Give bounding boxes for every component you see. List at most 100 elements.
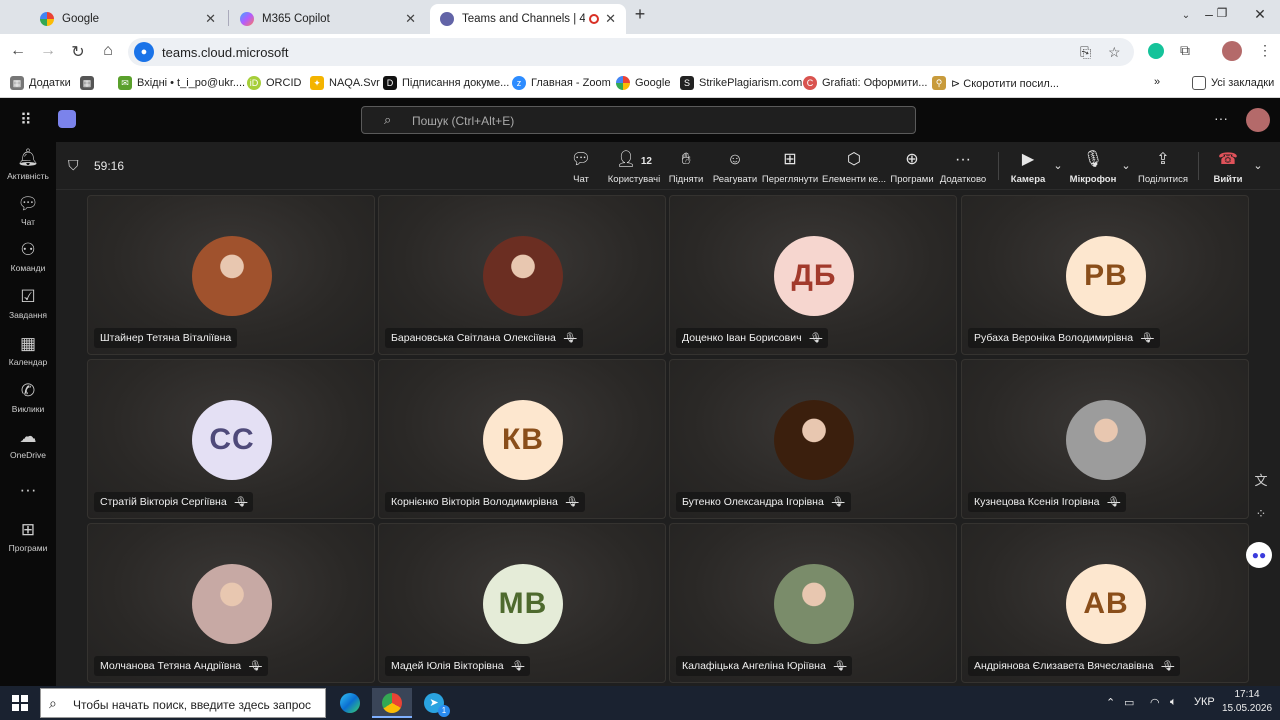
- app-launcher-icon[interactable]: ⠿: [20, 110, 32, 130]
- close-icon[interactable]: ✕: [405, 11, 416, 27]
- close-icon[interactable]: ✕: [605, 11, 616, 27]
- new-tab-button[interactable]: +: [628, 4, 652, 25]
- bookmark-grafiati[interactable]: C Grafiati: Оформити...: [803, 76, 927, 90]
- wifi-icon[interactable]: ◠: [1150, 696, 1160, 709]
- battery-icon[interactable]: ▭: [1124, 696, 1134, 709]
- rail-item-tasks[interactable]: ☑ Завдання: [0, 287, 56, 320]
- view-button[interactable]: ⊞ Переглянути: [760, 150, 820, 185]
- more-bookmarks-icon[interactable]: »: [1154, 76, 1160, 88]
- participant-tile[interactable]: АВ Андріянова Єлизавета Вячеславівна 🎙︎: [961, 523, 1249, 683]
- telegram-app[interactable]: ➤ 1: [414, 688, 454, 718]
- profile-avatar[interactable]: [1222, 41, 1242, 61]
- camera-button[interactable]: ▶︎ Камера: [1008, 150, 1048, 185]
- share-button[interactable]: ⇪ Поділитися: [1136, 150, 1190, 185]
- apps-icon[interactable]: ⁘: [1246, 506, 1276, 530]
- reload-icon[interactable]: ↻: [68, 42, 88, 62]
- back-icon[interactable]: ←: [8, 42, 28, 60]
- chat-button[interactable]: 💬︎ Чат: [566, 150, 596, 185]
- tab-teams[interactable]: Teams and Channels | 4 ПО ✕: [430, 4, 626, 34]
- people-button[interactable]: 👤︎ 12 Користувачі: [606, 150, 662, 185]
- react-button[interactable]: ☺ Реагувати: [710, 150, 760, 185]
- participant-tile[interactable]: МВ Мадей Юлія Вікторівна 🎙︎: [378, 523, 666, 683]
- raise-hand-button[interactable]: ✋︎ Підняти: [666, 150, 706, 185]
- mic-icon[interactable]: ●: [134, 42, 154, 62]
- menu-icon[interactable]: ⋮: [1258, 42, 1272, 59]
- extensions-icon[interactable]: ⧉: [1180, 42, 1190, 59]
- zoom-icon: z: [512, 76, 526, 90]
- leave-options-chevron-icon[interactable]: ⌄: [1250, 156, 1266, 176]
- bookmark-sign-docs[interactable]: D Підписання докуме...: [383, 76, 509, 90]
- rail-item-calls[interactable]: ✆ Виклики: [0, 381, 56, 414]
- camera-options-chevron-icon[interactable]: ⌄: [1050, 156, 1066, 176]
- participant-nameplate: Стратій Вікторія Сергіївна 🎙︎: [94, 492, 254, 512]
- mic-button[interactable]: 🎙︎ Мікрофон: [1068, 150, 1118, 185]
- search-input[interactable]: ⌕ Пошук (Ctrl+Alt+E): [361, 106, 916, 134]
- bookmark-all[interactable]: Усі закладки: [1192, 76, 1274, 90]
- leave-button[interactable]: ☎ Вийти: [1208, 150, 1248, 185]
- elements-button[interactable]: ⬡ Елементи ке...: [822, 150, 886, 185]
- chrome-icon: [382, 693, 402, 713]
- participant-tile[interactable]: КВ Корнієнко Вікторія Володимирівна 🎙︎: [378, 359, 666, 519]
- chevron-up-icon[interactable]: ⌃: [1106, 696, 1115, 709]
- close-icon[interactable]: ✕: [205, 11, 216, 27]
- rail-item-apps[interactable]: ⊞ Програми: [0, 520, 56, 553]
- forward-icon[interactable]: →: [38, 42, 58, 60]
- rail-item-activity[interactable]: 🔔︎ Активність: [0, 148, 56, 181]
- bookmark-apps[interactable]: ▦ Додатки: [10, 76, 71, 90]
- windows-start-icon[interactable]: [12, 695, 28, 711]
- mic-options-chevron-icon[interactable]: ⌄: [1118, 156, 1134, 176]
- bookmark-zoom[interactable]: z Главная - Zoom: [512, 76, 611, 90]
- bookmark-naqa[interactable]: ✦ NAQA.Svr: [310, 76, 380, 90]
- keyboard-language[interactable]: УКР: [1194, 696, 1215, 708]
- grammarly-icon[interactable]: [1148, 43, 1164, 59]
- strike-icon: S: [680, 76, 694, 90]
- bookmark-orcid[interactable]: iD ORCID: [247, 76, 301, 90]
- participant-tile[interactable]: Штайнер Тетяна Віталіївна: [87, 195, 375, 355]
- teams-header: ⠿ ⌕ Пошук (Ctrl+Alt+E) ···: [0, 98, 1280, 142]
- translate-icon[interactable]: 文: [1246, 470, 1276, 494]
- bell-icon: 🔔︎: [17, 148, 39, 167]
- participant-tile[interactable]: Калафіцька Ангеліна Юріївна 🎙︎: [669, 523, 957, 683]
- bookmark-strikeplagiarism[interactable]: S StrikePlagiarism.com: [680, 76, 802, 90]
- button-label: Користувачі: [607, 174, 661, 185]
- rail-more[interactable]: ···: [0, 480, 56, 500]
- rail-item-chat[interactable]: 💬︎ Чат: [0, 194, 56, 227]
- address-bar[interactable]: ● teams.cloud.microsoft ⎘ ☆: [128, 38, 1134, 66]
- apps-button[interactable]: ⊕ Програми: [888, 150, 936, 185]
- bookmark-google[interactable]: Google: [616, 76, 670, 90]
- chrome-app[interactable]: [372, 688, 412, 718]
- participant-tile[interactable]: ДБ Доценко Іван Борисович 🎙︎: [669, 195, 957, 355]
- volume-icon[interactable]: 🔈︎: [1170, 696, 1177, 709]
- more-button[interactable]: ··· Додатково: [938, 150, 988, 185]
- home-icon[interactable]: ⌂: [98, 42, 118, 60]
- bookmark-shorten[interactable]: ⚲ ⊳ Скоротити посил...: [932, 76, 1059, 90]
- participant-tile[interactable]: Молчанова Тетяна Андріївна 🎙︎: [87, 523, 375, 683]
- participant-name: Мадей Юлія Вікторівна: [391, 660, 504, 672]
- window-close-button[interactable]: ✕: [1248, 6, 1272, 23]
- tab-google[interactable]: Google ✕: [30, 4, 226, 34]
- clock[interactable]: 17:14 15.05.2026: [1222, 689, 1272, 714]
- meeting-controls: ⛉ 59:16 💬︎ Чат 👤︎ 12 Користувачі ✋︎ Підняти…: [56, 142, 1280, 190]
- more-options-icon[interactable]: ···: [1214, 110, 1228, 126]
- rail-item-calendar[interactable]: ▦ Календар: [0, 334, 56, 367]
- maximize-button[interactable]: ❐: [1210, 6, 1234, 20]
- rail-item-teams[interactable]: ⚇ Команди: [0, 240, 56, 273]
- participant-tile[interactable]: Бутенко Олександра Ігорівна 🎙︎: [669, 359, 957, 519]
- install-app-icon[interactable]: ⎘: [1080, 44, 1091, 61]
- participant-tile[interactable]: Барановська Світлана Олексіївна 🎙︎: [378, 195, 666, 355]
- edge-app[interactable]: [330, 688, 370, 718]
- participant-nameplate: Штайнер Тетяна Віталіївна: [94, 328, 238, 348]
- user-avatar[interactable]: [1246, 108, 1270, 132]
- participant-tile[interactable]: СС Стратій Вікторія Сергіївна 🎙︎: [87, 359, 375, 519]
- participant-tile[interactable]: Кузнецова Ксенія Ігорівна 🎙︎: [961, 359, 1249, 519]
- rail-item-onedrive[interactable]: ☁ OneDrive: [0, 427, 56, 460]
- tab-search-icon[interactable]: ⌄: [1174, 10, 1198, 21]
- assistant-icon[interactable]: ●●: [1246, 542, 1272, 568]
- bookmark-grid[interactable]: ▦: [80, 76, 99, 90]
- participant-tile[interactable]: РВ Рубаха Вероніка Володимирівна 🎙︎: [961, 195, 1249, 355]
- taskbar-search-input[interactable]: ⌕ Чтобы начать поиск, введите здесь запр…: [40, 688, 326, 718]
- bookmark-ukrnet[interactable]: ✉ Вхідні • t_i_po@ukr....: [118, 76, 245, 90]
- bookmark-star-icon[interactable]: ☆: [1108, 44, 1121, 61]
- participant-name: Андріянова Єлизавета Вячеславівна: [974, 660, 1154, 672]
- tab-m365-copilot[interactable]: M365 Copilot ✕: [230, 4, 426, 34]
